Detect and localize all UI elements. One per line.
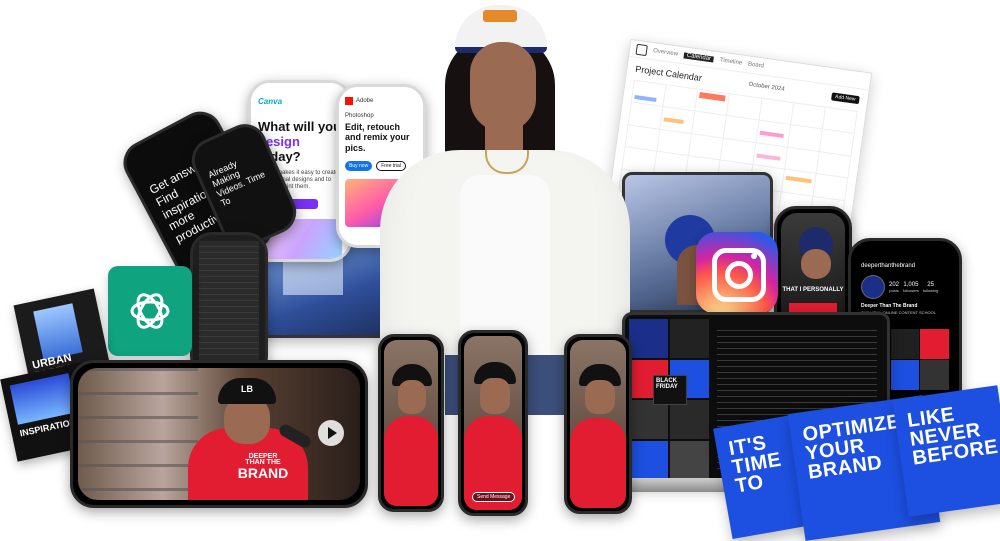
canva-heading-part: What will you (258, 119, 342, 134)
posts-label: posts (889, 287, 899, 293)
instagram-logo-icon (696, 232, 778, 314)
calendar-month: October 2024 (748, 81, 785, 93)
chatgpt-logo-icon (130, 293, 170, 329)
black-friday-label: BLACK FRIDAY (656, 378, 678, 390)
chatgpt-logo-tile (108, 266, 192, 356)
posts-count: 202 (889, 281, 900, 288)
following-label: following (922, 287, 939, 293)
send-message-button[interactable]: Send Message (472, 492, 516, 502)
play-icon[interactable] (318, 420, 344, 446)
person-face (470, 42, 536, 132)
card-like-never-before: LIKE NEVER BEFORE (892, 385, 1000, 517)
canva-logo: Canva (258, 97, 283, 106)
calendar-tab[interactable]: Calendar (683, 52, 715, 63)
add-new-button[interactable]: Add New (830, 92, 860, 105)
profile-name: Deeper Than The Brand (861, 303, 918, 309)
shirt-text: DEEPER THAN THE BRAND (218, 453, 308, 481)
profile-avatar (861, 275, 885, 299)
calendar-tab[interactable]: Board (748, 61, 765, 69)
video-cap: LB (218, 378, 276, 404)
reel-phone-1 (378, 334, 444, 512)
document-phone (190, 232, 268, 378)
shirt-text-line: BRAND (237, 464, 289, 481)
profile-handle: deeperthanthebrand (861, 263, 916, 269)
dark-phone-text: Already Making Videos. Time To (206, 158, 267, 209)
black-friday-thumbnail: BLACK FRIDAY (653, 375, 687, 405)
followers-count: 1,005 (903, 281, 919, 288)
calendar-tab[interactable]: Timeline (719, 57, 742, 66)
story-caption: THAT I PERSONALLY (782, 287, 844, 293)
calendar-tab[interactable]: Overview (653, 48, 679, 57)
reel-phone-3 (564, 334, 632, 514)
podcast-video-phone: LB DEEPER THAN THE BRAND (70, 360, 368, 508)
reel-phone-2: Send Message (458, 330, 528, 516)
cap-logo: LB (241, 384, 253, 394)
followers-label: followers (903, 287, 919, 293)
